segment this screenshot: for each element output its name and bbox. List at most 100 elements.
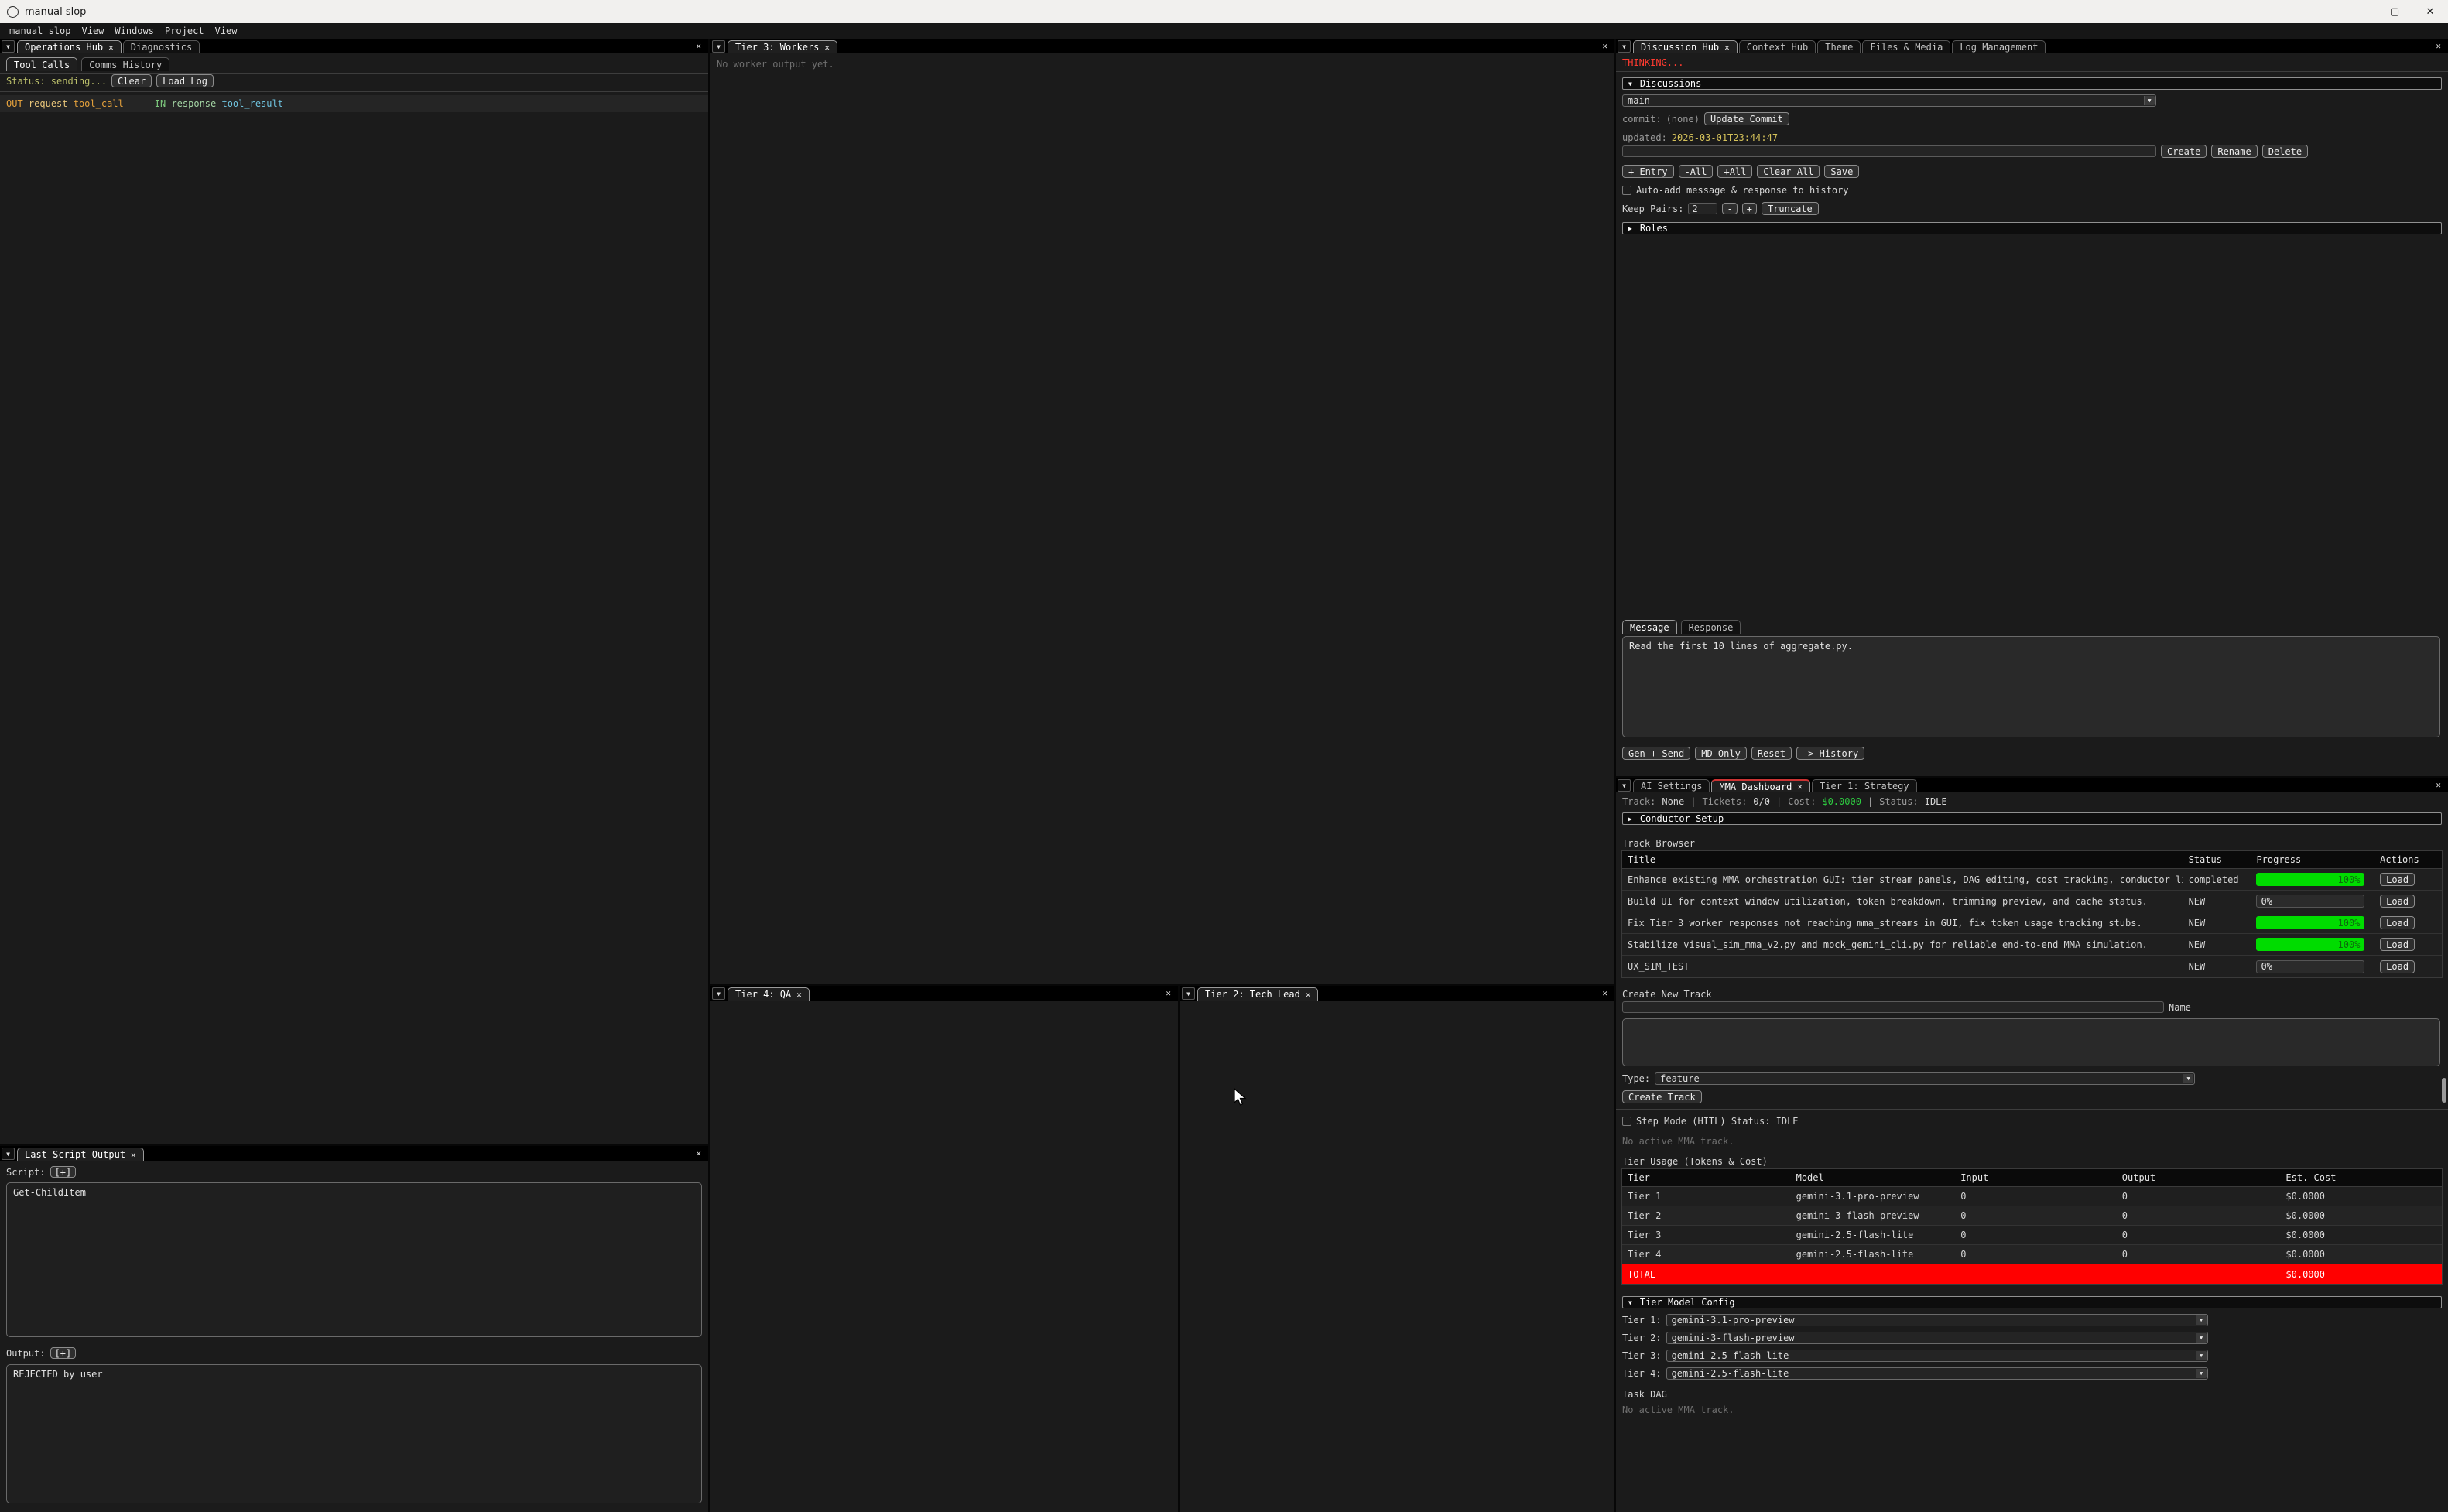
tab-response[interactable]: Response [1681,620,1741,634]
tier4-model-select[interactable]: gemini-2.5-flash-lite ▼ [1666,1367,2208,1380]
tab-close-icon[interactable]: ✕ [1306,990,1311,1000]
collapse-all-button[interactable]: -All [1679,165,1714,178]
minimize-button[interactable]: — [2341,0,2377,23]
discussion-select[interactable]: main ▼ [1622,94,2156,107]
total-cost: $0.0000 [2280,1269,2442,1280]
tier3-model-select[interactable]: gemini-2.5-flash-lite ▼ [1666,1350,2208,1362]
tier2-model-select[interactable]: gemini-3-flash-preview ▼ [1666,1332,2208,1344]
tool-call-log-row[interactable]: OUT request tool_call IN response tool_r… [0,95,708,112]
panel-close-icon[interactable]: ✕ [2436,41,2441,51]
update-commit-button[interactable]: Update Commit [1704,112,1789,125]
track-row[interactable]: Stabilize visual_sim_mma_v2.py and mock_… [1622,934,2442,956]
load-button[interactable]: Load [2380,938,2415,951]
menu-item-view-2[interactable]: View [210,26,243,36]
menu-item-manual-slop[interactable]: manual slop [4,26,76,36]
load-log-button[interactable]: Load Log [156,74,214,87]
tab-ai-settings[interactable]: AI Settings [1633,779,1710,792]
load-button[interactable]: Load [2380,960,2415,973]
load-button[interactable]: Load [2380,916,2415,929]
tab-diagnostics[interactable]: Diagnostics [123,40,200,53]
tab-tier2-tech-lead[interactable]: Tier 2: Tech Lead ✕ [1197,987,1318,1001]
tab-tool-calls[interactable]: Tool Calls [6,57,77,71]
create-button[interactable]: Create [2161,145,2207,158]
tab-comms-history[interactable]: Comms History [81,57,169,71]
tab-files-media[interactable]: Files & Media [1862,40,1950,53]
panel-menu-icon[interactable]: ▼ [712,40,725,53]
to-history-button[interactable]: -> History [1796,747,1864,760]
conductor-setup-header[interactable]: ▶ Conductor Setup [1622,812,2442,825]
keep-pairs-plus-button[interactable]: + [1742,203,1757,214]
load-button[interactable]: Load [2380,895,2415,908]
load-button[interactable]: Load [2380,873,2415,886]
md-only-button[interactable]: MD Only [1695,747,1747,760]
add-entry-button[interactable]: + Entry [1622,165,1674,178]
panel-menu-icon[interactable]: ▼ [1182,987,1195,1000]
track-type-select[interactable]: feature ▼ [1655,1072,2195,1085]
tab-operations-hub[interactable]: Operations Hub ✕ [17,40,122,53]
discussions-section-header[interactable]: ▼ Discussions [1622,77,2442,90]
tier1-model-select[interactable]: gemini-3.1-pro-preview ▼ [1666,1314,2208,1326]
output-textarea[interactable]: REJECTED by user [6,1364,702,1503]
tab-close-icon[interactable]: ✕ [108,43,114,53]
gen-send-button[interactable]: Gen + Send [1622,747,1690,760]
create-track-button[interactable]: Create Track [1622,1090,1702,1103]
discussion-name-input[interactable] [1622,145,2156,157]
tier-model-config-header[interactable]: ▼ Tier Model Config [1622,1296,2442,1308]
script-expand-button[interactable]: [+] [50,1166,77,1178]
maximize-button[interactable]: ▢ [2377,0,2412,23]
menu-item-project[interactable]: Project [159,26,210,36]
roles-section-header[interactable]: ▶ Roles [1622,222,2442,234]
clear-all-button[interactable]: Clear All [1757,165,1820,178]
tab-mma-dashboard[interactable]: MMA Dashboard ✕ [1711,779,1810,792]
tab-last-script-output[interactable]: Last Script Output ✕ [17,1148,144,1161]
expand-all-button[interactable]: +All [1717,165,1752,178]
save-button[interactable]: Save [1824,165,1859,178]
panel-menu-icon[interactable]: ▼ [2,40,15,53]
tab-tier3-workers[interactable]: Tier 3: Workers ✕ [728,40,837,53]
auto-add-checkbox[interactable] [1622,186,1631,195]
tab-close-icon[interactable]: ✕ [1724,43,1730,53]
tab-log-management[interactable]: Log Management [1952,40,2046,53]
track-name-input[interactable] [1622,1001,2164,1013]
message-textarea[interactable]: Read the first 10 lines of aggregate.py. [1622,636,2440,737]
close-button[interactable]: ✕ [2412,0,2448,23]
panel-close-icon[interactable]: ✕ [696,1148,701,1158]
scrollbar-thumb[interactable] [2442,1078,2446,1103]
panel-close-icon[interactable]: ✕ [1602,988,1607,998]
tab-message[interactable]: Message [1622,620,1677,634]
track-row[interactable]: Fix Tier 3 worker responses not reaching… [1622,912,2442,934]
track-row[interactable]: Build UI for context window utilization,… [1622,891,2442,912]
script-textarea[interactable]: Get-ChildItem [6,1182,702,1337]
panel-menu-icon[interactable]: ▼ [1618,779,1631,792]
track-row[interactable]: UX_SIM_TEST NEW 0% Load [1622,956,2442,977]
panel-close-icon[interactable]: ✕ [1602,41,1607,51]
tab-close-icon[interactable]: ✕ [796,990,802,1000]
delete-button[interactable]: Delete [2262,145,2308,158]
truncate-button[interactable]: Truncate [1762,202,1819,215]
clear-button[interactable]: Clear [111,74,152,87]
panel-close-icon[interactable]: ✕ [2436,780,2441,790]
tab-tier4-qa[interactable]: Tier 4: QA ✕ [728,987,810,1001]
panel-close-icon[interactable]: ✕ [1166,988,1171,998]
track-description-textarea[interactable] [1622,1018,2440,1066]
panel-menu-icon[interactable]: ▼ [2,1148,15,1160]
menu-item-windows[interactable]: Windows [109,26,159,36]
output-expand-button[interactable]: [+] [50,1347,77,1359]
menu-item-view[interactable]: View [76,26,109,36]
tab-close-icon[interactable]: ✕ [824,43,830,53]
panel-close-icon[interactable]: ✕ [696,41,701,51]
keep-pairs-minus-button[interactable]: - [1722,203,1737,214]
tab-theme[interactable]: Theme [1817,40,1861,53]
rename-button[interactable]: Rename [2211,145,2257,158]
tab-close-icon[interactable]: ✕ [131,1150,136,1160]
tab-context-hub[interactable]: Context Hub [1739,40,1816,53]
panel-menu-icon[interactable]: ▼ [712,987,725,1000]
reset-button[interactable]: Reset [1751,747,1792,760]
step-mode-checkbox[interactable] [1622,1117,1631,1126]
track-row[interactable]: Enhance existing MMA orchestration GUI: … [1622,869,2442,891]
tab-tier1-strategy[interactable]: Tier 1: Strategy [1812,779,1917,792]
tab-discussion-hub[interactable]: Discussion Hub ✕ [1633,40,1738,53]
panel-menu-icon[interactable]: ▼ [1618,40,1631,53]
tab-close-icon[interactable]: ✕ [1797,782,1803,792]
keep-pairs-input[interactable]: 2 [1688,203,1717,214]
